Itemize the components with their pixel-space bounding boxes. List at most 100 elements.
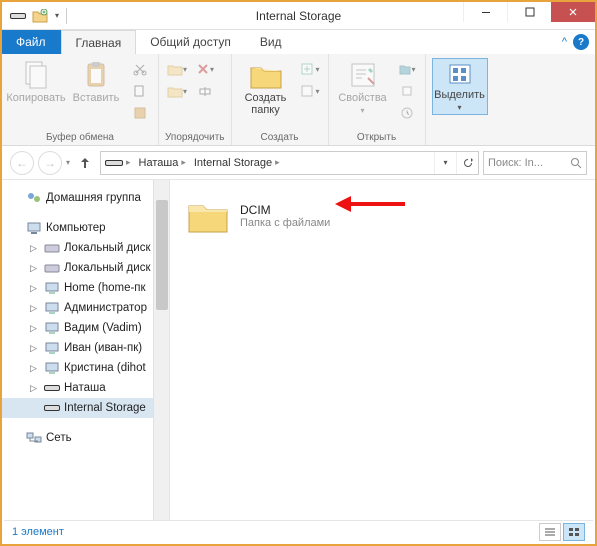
- nav-network[interactable]: Сеть: [2, 428, 169, 448]
- nav-label: Наташа: [64, 382, 106, 394]
- expander-icon[interactable]: ▷: [30, 283, 40, 294]
- breadcrumb-root-icon[interactable]: ▸: [101, 157, 135, 168]
- nav-net-natasha[interactable]: ▷ Наташа: [2, 378, 169, 398]
- copy-to-icon[interactable]: ▾: [167, 82, 187, 100]
- move-to-icon[interactable]: ▾: [167, 60, 187, 78]
- new-item-icon[interactable]: ▾: [300, 60, 320, 78]
- ribbon-group-new: Создать папку ▾ ▾ Создать: [232, 54, 329, 145]
- close-button[interactable]: [551, 2, 595, 22]
- search-icon: [570, 157, 582, 169]
- nav-disk-0[interactable]: ▷ Локальный диск: [2, 238, 169, 258]
- properties-button[interactable]: Свойства ▾: [335, 58, 391, 124]
- nav-net-home[interactable]: ▷ Home (home-пк: [2, 278, 169, 298]
- navpane-scrollbar[interactable]: [153, 180, 169, 520]
- breadcrumb-item-1[interactable]: Internal Storage ▸: [190, 157, 284, 169]
- nav-net-admin[interactable]: ▷ Администратор: [2, 298, 169, 318]
- details-view-button[interactable]: [539, 523, 561, 541]
- edit-icon[interactable]: [397, 82, 417, 100]
- status-bar: 1 элемент: [4, 520, 593, 542]
- paste-shortcut-icon[interactable]: [130, 104, 150, 122]
- expander-icon[interactable]: ▷: [30, 343, 40, 354]
- address-dropdown-icon[interactable]: ▾: [434, 152, 456, 174]
- nav-homegroup[interactable]: Домашняя группа: [2, 188, 169, 208]
- forward-button[interactable]: →: [38, 151, 62, 175]
- ribbon: Копировать Вставить Буфер обмена ▾ ▾ ▾: [2, 54, 595, 146]
- network-icon: [26, 430, 42, 446]
- help-icon[interactable]: ?: [573, 34, 589, 50]
- new-group-label: Создать: [238, 130, 322, 143]
- view-switcher: [539, 523, 585, 541]
- minimize-button[interactable]: [463, 2, 507, 22]
- network-folder-icon: [44, 300, 60, 316]
- network-folder-icon: [44, 360, 60, 376]
- paste-button[interactable]: Вставить: [68, 58, 124, 124]
- network-folder-icon: [44, 280, 60, 296]
- chevron-right-icon[interactable]: ▸: [126, 157, 131, 168]
- cut-icon[interactable]: [130, 60, 150, 78]
- copy-button[interactable]: Копировать: [8, 58, 64, 124]
- ribbon-group-clipboard: Копировать Вставить Буфер обмена: [2, 54, 159, 145]
- nav-label: Home (home-пк: [64, 282, 146, 294]
- expander-icon[interactable]: ▷: [30, 243, 40, 254]
- new-folder-label: Создать папку: [245, 92, 287, 116]
- qat-dropdown-icon[interactable]: ▾: [52, 6, 62, 26]
- window-title: Internal Storage: [256, 9, 341, 23]
- back-button[interactable]: ←: [10, 151, 34, 175]
- content-pane[interactable]: DCIM Папка с файлами: [170, 180, 595, 520]
- disk-icon: [44, 240, 60, 256]
- history-icon[interactable]: [397, 104, 417, 122]
- expander-icon[interactable]: ▷: [30, 323, 40, 334]
- tab-file[interactable]: Файл: [2, 30, 61, 54]
- nav-label: Локальный диск: [64, 242, 150, 254]
- nav-internal-storage[interactable]: Internal Storage: [2, 398, 169, 418]
- breadcrumb-label: Internal Storage: [194, 157, 272, 169]
- tab-home[interactable]: Главная: [61, 30, 137, 54]
- device-icon: [44, 380, 60, 396]
- up-button[interactable]: [74, 152, 96, 174]
- tab-share[interactable]: Общий доступ: [136, 30, 246, 54]
- new-folder-icon[interactable]: [30, 6, 50, 26]
- expander-icon[interactable]: ▷: [30, 383, 40, 394]
- nav-computer[interactable]: Компьютер: [2, 218, 169, 238]
- nav-net-ivan[interactable]: ▷ Иван (иван-пк): [2, 338, 169, 358]
- search-input[interactable]: Поиск: In...: [483, 151, 587, 175]
- copy-path-icon[interactable]: [130, 82, 150, 100]
- open-icon[interactable]: ▾: [397, 60, 417, 78]
- rename-icon[interactable]: [195, 82, 215, 100]
- collapse-ribbon-icon[interactable]: ^: [562, 36, 567, 48]
- nav-net-vadim[interactable]: ▷ Вадим (Vadim): [2, 318, 169, 338]
- breadcrumb-label: Наташа: [139, 157, 179, 169]
- disk-icon: [44, 260, 60, 276]
- easy-access-icon[interactable]: ▾: [300, 82, 320, 100]
- scrollbar-thumb[interactable]: [156, 200, 168, 310]
- navigation-bar: ← → ▾ ▸ Наташа ▸ Internal Storage ▸ ▾ По…: [2, 146, 595, 180]
- tiles-view-button[interactable]: [563, 523, 585, 541]
- expander-icon[interactable]: ▷: [30, 363, 40, 374]
- recent-dropdown-icon[interactable]: ▾: [66, 158, 70, 167]
- nav-label: Компьютер: [46, 222, 106, 234]
- select-button[interactable]: Выделить ▾: [432, 58, 488, 115]
- folder-name: DCIM: [240, 203, 330, 217]
- nav-label: Вадим (Vadim): [64, 322, 142, 334]
- delete-icon[interactable]: ▾: [195, 60, 215, 78]
- chevron-right-icon[interactable]: ▸: [181, 157, 186, 168]
- expander-icon[interactable]: ▷: [30, 263, 40, 274]
- folder-icon: [186, 196, 230, 236]
- nav-net-kristina[interactable]: ▷ Кристина (dihot: [2, 358, 169, 378]
- new-folder-button[interactable]: Создать папку: [238, 58, 294, 118]
- nav-label: Сеть: [46, 432, 72, 444]
- select-label: Выделить: [434, 89, 485, 101]
- chevron-right-icon[interactable]: ▸: [275, 157, 280, 168]
- separator: [66, 8, 67, 24]
- maximize-button[interactable]: [507, 2, 551, 22]
- ribbon-group-select: Выделить ▾: [426, 54, 494, 145]
- nav-disk-1[interactable]: ▷ Локальный диск: [2, 258, 169, 278]
- expander-icon[interactable]: ▷: [30, 303, 40, 314]
- tab-view[interactable]: Вид: [246, 30, 297, 54]
- titlebar: ▾ Internal Storage: [2, 2, 595, 30]
- nav-label: Internal Storage: [64, 402, 146, 414]
- refresh-icon[interactable]: [456, 152, 478, 174]
- computer-icon: [26, 220, 42, 236]
- breadcrumb-item-0[interactable]: Наташа ▸: [135, 157, 190, 169]
- address-bar[interactable]: ▸ Наташа ▸ Internal Storage ▸ ▾: [100, 151, 479, 175]
